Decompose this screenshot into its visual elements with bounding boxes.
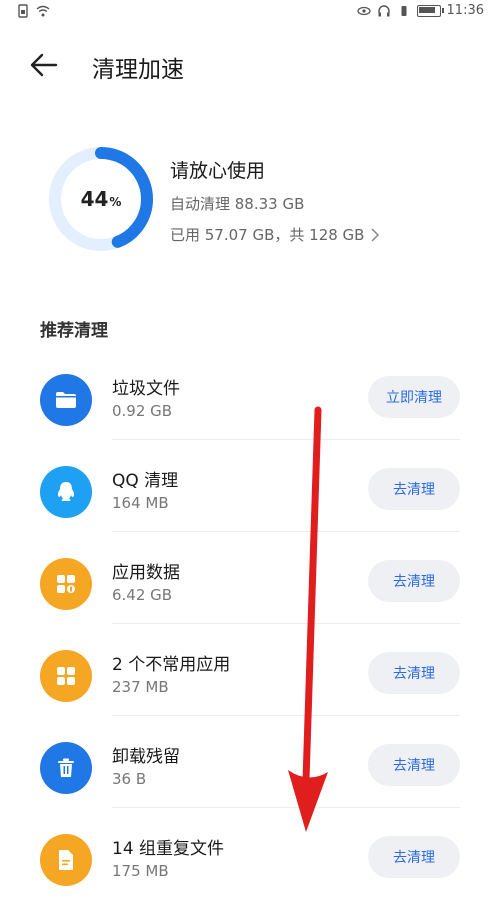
- cleanup-list: 垃圾文件 0.92 GB 立即清理 QQ 清理 164 MB 去清理 应用数据 …: [0, 360, 500, 912]
- status-time: 11:36: [446, 3, 484, 18]
- auto-clean-text: 自动清理 88.33 GB: [170, 195, 305, 213]
- arrow-left-icon: [30, 53, 58, 77]
- divider: [112, 439, 460, 440]
- list-item[interactable]: 垃圾文件 0.92 GB 立即清理: [0, 360, 500, 452]
- divider: [112, 715, 460, 716]
- header: 清理加速: [0, 40, 500, 90]
- chevron-right-icon: [371, 227, 380, 242]
- go-clean-button[interactable]: 去清理: [368, 560, 460, 602]
- item-size: 175 MB: [112, 862, 169, 880]
- go-clean-button[interactable]: 去清理: [368, 744, 460, 786]
- item-size: 237 MB: [112, 678, 169, 696]
- storage-percent: 44%: [46, 144, 156, 254]
- page-title: 清理加速: [92, 57, 184, 83]
- item-icon-bg: [40, 650, 92, 702]
- item-name: QQ 清理: [112, 471, 179, 491]
- go-clean-button[interactable]: 去清理: [368, 652, 460, 694]
- divider: [112, 531, 460, 532]
- item-name: 2 个不常用应用: [112, 655, 231, 675]
- list-item[interactable]: 14 组重复文件 175 MB 去清理: [0, 820, 500, 912]
- item-name: 卸载残留: [112, 747, 180, 767]
- qq-icon: [57, 482, 75, 501]
- go-clean-button[interactable]: 去清理: [368, 836, 460, 878]
- app-data-icon: [57, 575, 75, 593]
- item-size: 6.42 GB: [112, 586, 173, 604]
- divider: [112, 807, 460, 808]
- storage-summary: 44% 请放心使用 自动清理 88.33 GB 已用 57.07 GB，共 12…: [46, 144, 466, 254]
- trash-icon: [58, 758, 74, 777]
- wifi-icon: [36, 5, 50, 17]
- storage-percent-symbol: %: [109, 195, 122, 209]
- go-clean-button[interactable]: 去清理: [368, 468, 460, 510]
- item-size: 36 B: [112, 770, 147, 788]
- status-bar: 11:36: [0, 0, 500, 26]
- item-name: 应用数据: [112, 563, 180, 583]
- back-button[interactable]: [30, 48, 70, 82]
- headphones-icon: [377, 4, 390, 16]
- eye-icon: [356, 6, 371, 15]
- storage-usage-link[interactable]: 已用 57.07 GB，共 128 GB: [170, 224, 380, 245]
- section-title: 推荐清理: [40, 321, 108, 341]
- storage-status-title: 请放心使用: [170, 160, 266, 182]
- vibrate-icon: [401, 5, 407, 16]
- item-icon-bg: [40, 466, 92, 518]
- list-item[interactable]: QQ 清理 164 MB 去清理: [0, 452, 500, 544]
- clean-now-button[interactable]: 立即清理: [368, 376, 460, 418]
- apps-grid-icon: [57, 667, 75, 685]
- divider: [112, 623, 460, 624]
- sim-card-icon: [18, 4, 28, 18]
- folder-icon: [56, 392, 76, 408]
- list-item[interactable]: 应用数据 6.42 GB 去清理: [0, 544, 500, 636]
- item-icon-bg: [40, 742, 92, 794]
- item-icon-bg: [40, 558, 92, 610]
- item-icon-bg: [40, 374, 92, 426]
- item-name: 14 组重复文件: [112, 839, 225, 859]
- list-item[interactable]: 卸载残留 36 B 去清理: [0, 728, 500, 820]
- item-size: 164 MB: [112, 494, 169, 512]
- storage-usage-text: 已用 57.07 GB，共 128 GB: [170, 226, 365, 244]
- storage-percent-number: 44: [80, 187, 109, 211]
- list-item[interactable]: 2 个不常用应用 237 MB 去清理: [0, 636, 500, 728]
- battery-icon: [416, 4, 444, 17]
- item-name: 垃圾文件: [112, 379, 180, 399]
- item-size: 0.92 GB: [112, 402, 173, 420]
- document-icon: [59, 850, 73, 870]
- item-icon-bg: [40, 834, 92, 886]
